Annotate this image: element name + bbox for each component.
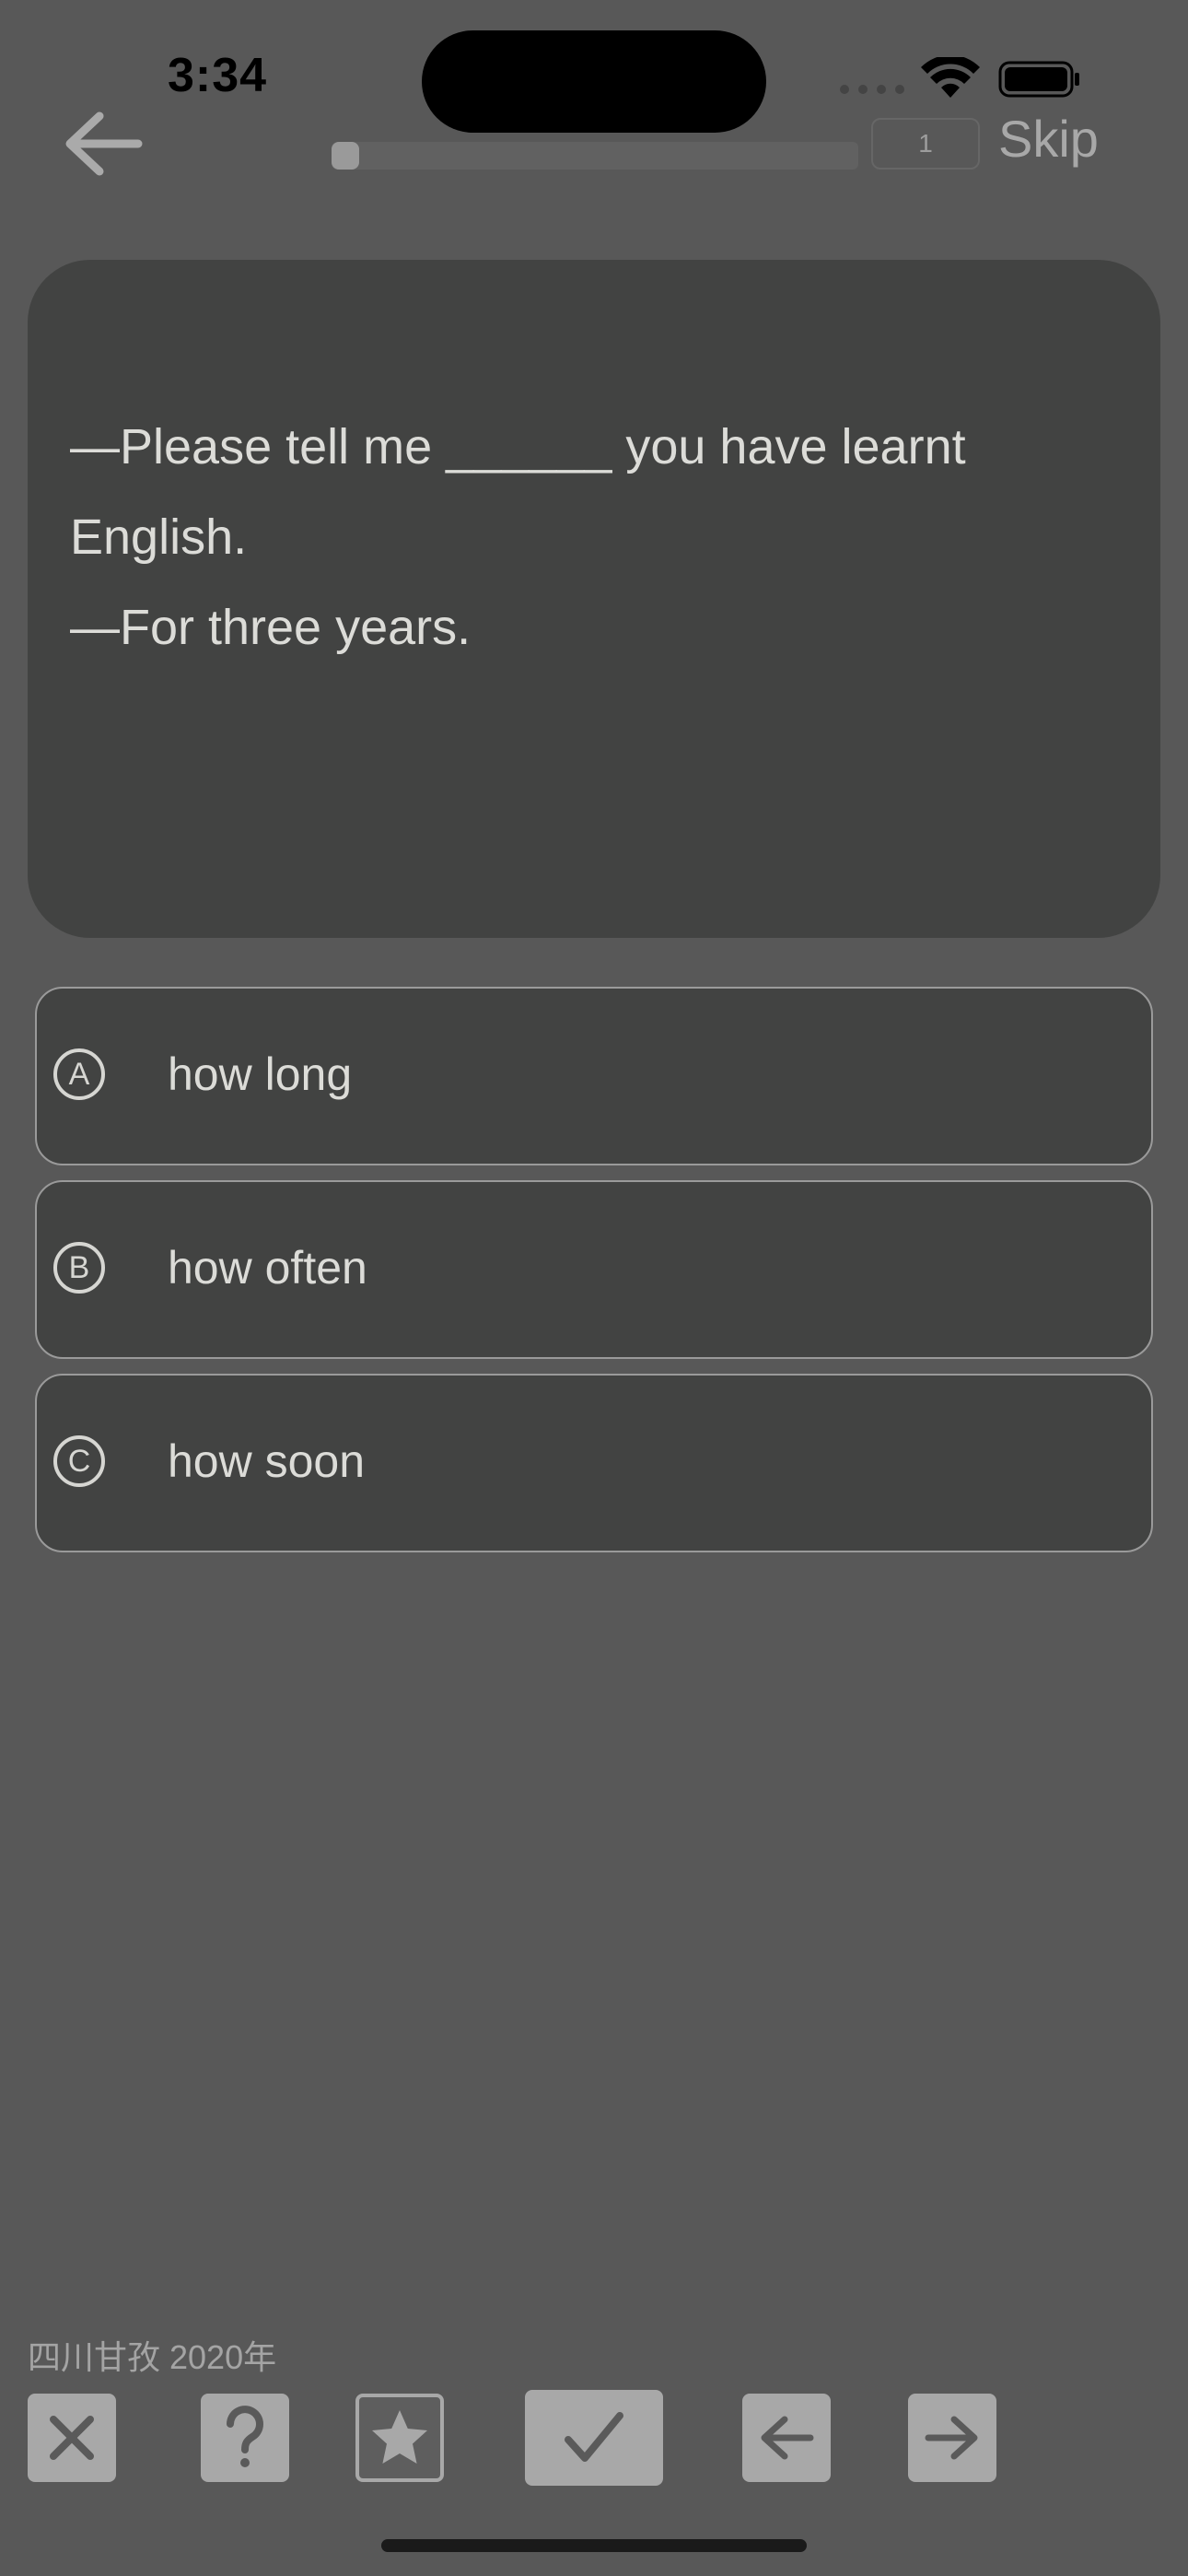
question-text: —Please tell me ______ you have learnt E… xyxy=(70,402,1120,673)
back-arrow-icon[interactable] xyxy=(63,111,144,177)
favorite-button[interactable] xyxy=(355,2394,444,2482)
progress-fill xyxy=(332,142,359,170)
option-b[interactable]: B how often xyxy=(35,1180,1153,1359)
option-label: how soon xyxy=(168,1435,366,1487)
dynamic-island xyxy=(422,30,766,133)
battery-icon xyxy=(998,61,1079,98)
close-button[interactable] xyxy=(28,2394,116,2482)
question-line: —Please tell me ______ you have learnt xyxy=(70,419,966,474)
question-source: 四川甘孜 2020年 xyxy=(28,2338,277,2376)
option-c[interactable]: C how soon xyxy=(35,1374,1153,1552)
option-a[interactable]: A how long xyxy=(35,987,1153,1165)
signal-icon xyxy=(840,85,904,94)
help-icon xyxy=(227,2406,263,2467)
close-icon xyxy=(50,2416,94,2460)
option-letter-badge: B xyxy=(53,1242,105,1294)
arrow-left-icon xyxy=(761,2416,814,2460)
option-letter-badge: A xyxy=(53,1048,105,1100)
submit-button[interactable] xyxy=(525,2390,663,2486)
next-button[interactable] xyxy=(908,2394,996,2482)
question-line: English. xyxy=(70,509,248,565)
option-label: how often xyxy=(168,1242,367,1294)
option-label: how long xyxy=(168,1048,353,1100)
question-line: —For three years. xyxy=(70,600,472,655)
option-letter-badge: C xyxy=(53,1435,105,1487)
check-icon xyxy=(565,2412,623,2462)
arrow-right-icon xyxy=(925,2416,978,2460)
home-indicator xyxy=(381,2539,807,2552)
question-counter: 1 xyxy=(871,118,980,170)
hint-button[interactable] xyxy=(201,2394,289,2482)
status-time: 3:34 xyxy=(168,49,268,102)
star-icon xyxy=(372,2410,427,2464)
previous-button[interactable] xyxy=(742,2394,831,2482)
wifi-icon xyxy=(921,57,980,98)
skip-button[interactable]: Skip xyxy=(998,109,1099,169)
progress-bar xyxy=(332,142,858,170)
